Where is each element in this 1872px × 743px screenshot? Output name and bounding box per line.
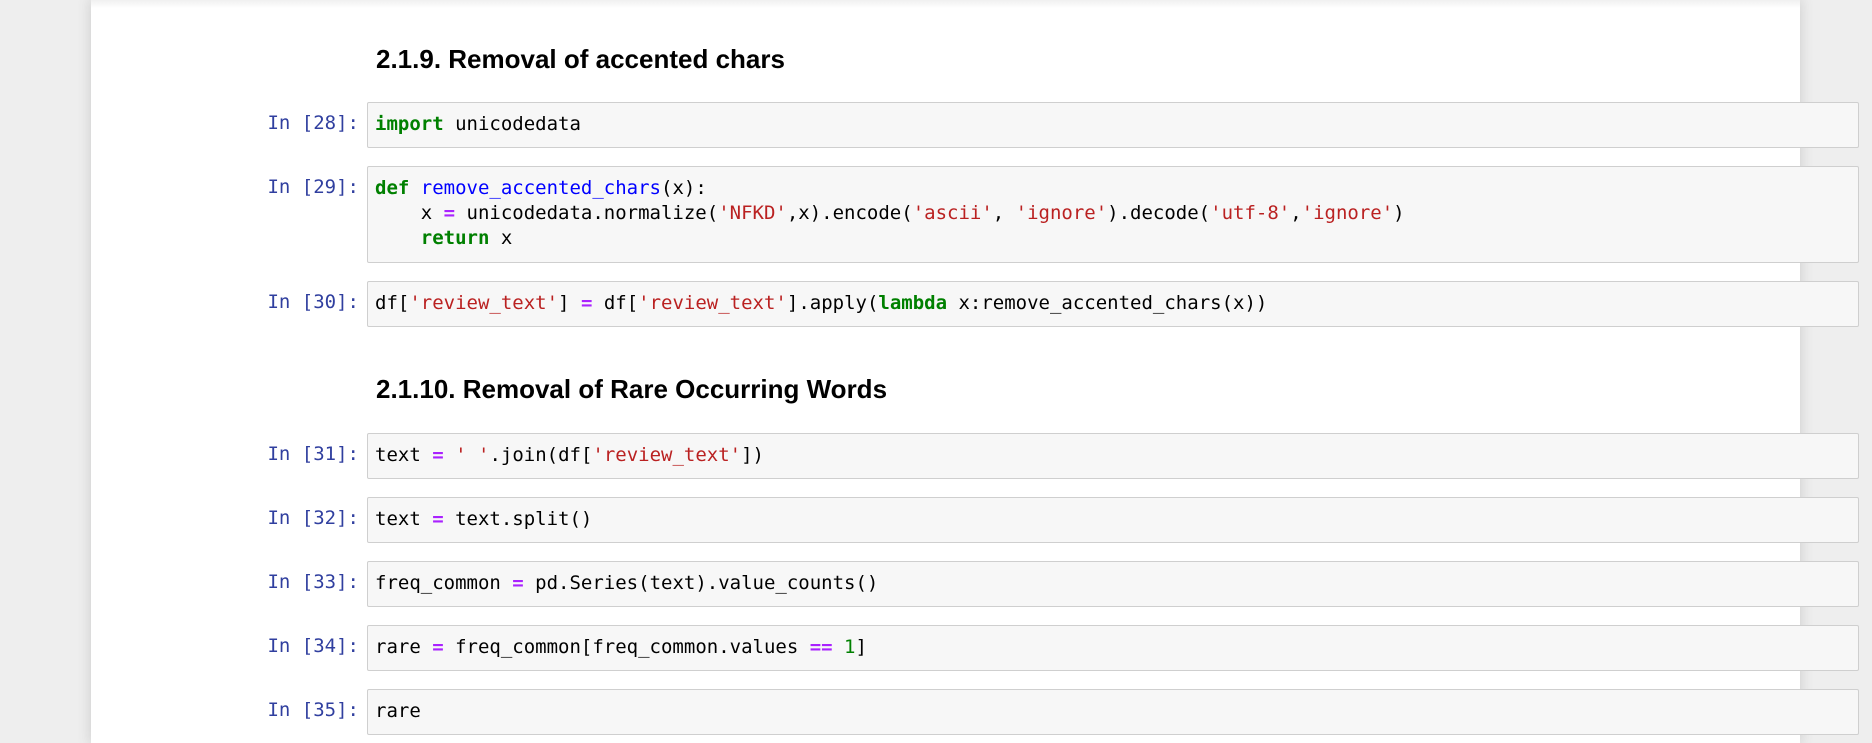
- operator-token: ==: [809, 636, 833, 658]
- code-token: df[: [592, 292, 639, 314]
- code-token: x: [489, 227, 513, 249]
- string-token: 'ascii': [912, 202, 993, 224]
- code-token: x:remove_accented_chars(x)): [947, 292, 1268, 314]
- code-input[interactable]: def remove_accented_chars(x): x = unicod…: [367, 166, 1859, 263]
- code-token: ,: [1290, 202, 1302, 224]
- code-line: rare = freq_common[freq_common.values ==…: [375, 635, 1851, 660]
- code-token: df[: [375, 292, 410, 314]
- keyword-token: return: [420, 227, 490, 249]
- function-name-token: remove_accented_chars: [420, 177, 661, 199]
- cell-prompt: In [30]:: [267, 291, 359, 313]
- code-token: unicodedata: [443, 113, 581, 135]
- code-input[interactable]: freq_common = pd.Series(text).value_coun…: [367, 561, 1859, 607]
- code-token: unicodedata.normalize(: [455, 202, 719, 224]
- section-heading: 2.1.9. Removal of accented chars: [376, 44, 785, 74]
- code-token: ]: [558, 292, 581, 314]
- code-input[interactable]: rare: [367, 689, 1859, 735]
- code-line: rare: [375, 699, 1851, 724]
- code-token: ).decode(: [1107, 202, 1211, 224]
- operator-token: =: [443, 202, 456, 224]
- code-token: freq_common[freq_common.values: [443, 636, 810, 658]
- code-line: text = text.split(): [375, 507, 1851, 532]
- cell-prompt: In [33]:: [267, 571, 359, 593]
- operator-token: =: [580, 292, 593, 314]
- code-line: df['review_text'] = df['review_text'].ap…: [375, 291, 1851, 316]
- cell-prompt: In [28]:: [267, 112, 359, 134]
- operator-token: =: [432, 444, 444, 466]
- cell-prompt: In [29]:: [267, 176, 359, 198]
- notebook-container: 2.1.9. Removal of accented chars In [28]…: [91, 0, 1859, 743]
- string-token: 'ignore': [1015, 202, 1108, 224]
- code-input[interactable]: import unicodedata: [367, 102, 1859, 148]
- code-line: freq_common = pd.Series(text).value_coun…: [375, 571, 1851, 596]
- cell-prompt: In [34]:: [267, 635, 359, 657]
- code-input[interactable]: df['review_text'] = df['review_text'].ap…: [367, 281, 1859, 327]
- code-token: rare: [375, 700, 421, 722]
- keyword-token: def: [375, 177, 410, 199]
- string-token: 'review_text': [638, 292, 787, 314]
- code-token: ].apply(: [786, 292, 879, 314]
- code-input[interactable]: text = ' '.join(df['review_text']): [367, 433, 1859, 479]
- string-token: 'ignore': [1301, 202, 1394, 224]
- keyword-token: lambda: [878, 292, 948, 314]
- code-input[interactable]: text = text.split(): [367, 497, 1859, 543]
- code-line: import unicodedata: [375, 112, 1851, 137]
- code-token: rare: [375, 636, 433, 658]
- string-token: 'NFKD': [718, 202, 787, 224]
- string-token: 'review_text': [592, 444, 742, 466]
- code-line: x = unicodedata.normalize('NFKD',x).enco…: [375, 201, 1851, 226]
- code-line: def remove_accented_chars(x):: [375, 176, 1851, 201]
- operator-token: =: [512, 572, 524, 594]
- operator-token: =: [432, 508, 444, 530]
- code-input[interactable]: rare = freq_common[freq_common.values ==…: [367, 625, 1859, 671]
- string-token: ' ': [455, 444, 490, 466]
- code-token: text.split(): [443, 508, 593, 530]
- number-token: 1: [844, 636, 856, 658]
- cell-prompt: In [35]:: [267, 699, 359, 721]
- code-token: text: [375, 444, 433, 466]
- code-token: ): [1393, 202, 1405, 224]
- top-shadow: [91, 0, 1800, 8]
- cell-prompt: In [31]:: [267, 443, 359, 465]
- code-token: freq_common: [375, 572, 513, 594]
- string-token: 'review_text': [409, 292, 559, 314]
- code-token: pd.Series(text).value_counts(): [523, 572, 879, 594]
- code-token: x: [375, 202, 444, 224]
- operator-token: =: [432, 636, 444, 658]
- code-token: text: [375, 508, 433, 530]
- code-token: ,: [992, 202, 1016, 224]
- code-line: text = ' '.join(df['review_text']): [375, 443, 1851, 468]
- code-line: return x: [375, 226, 1851, 251]
- code-token: (x):: [661, 177, 707, 199]
- string-token: 'utf-8': [1210, 202, 1291, 224]
- keyword-token: import: [375, 113, 444, 135]
- code-token: .join(df[: [489, 444, 593, 466]
- cell-prompt: In [32]:: [267, 507, 359, 529]
- code-token: ]): [741, 444, 764, 466]
- code-token: ]: [855, 636, 867, 658]
- section-heading: 2.1.10. Removal of Rare Occurring Words: [376, 374, 888, 404]
- code-token: ,x).encode(: [786, 202, 913, 224]
